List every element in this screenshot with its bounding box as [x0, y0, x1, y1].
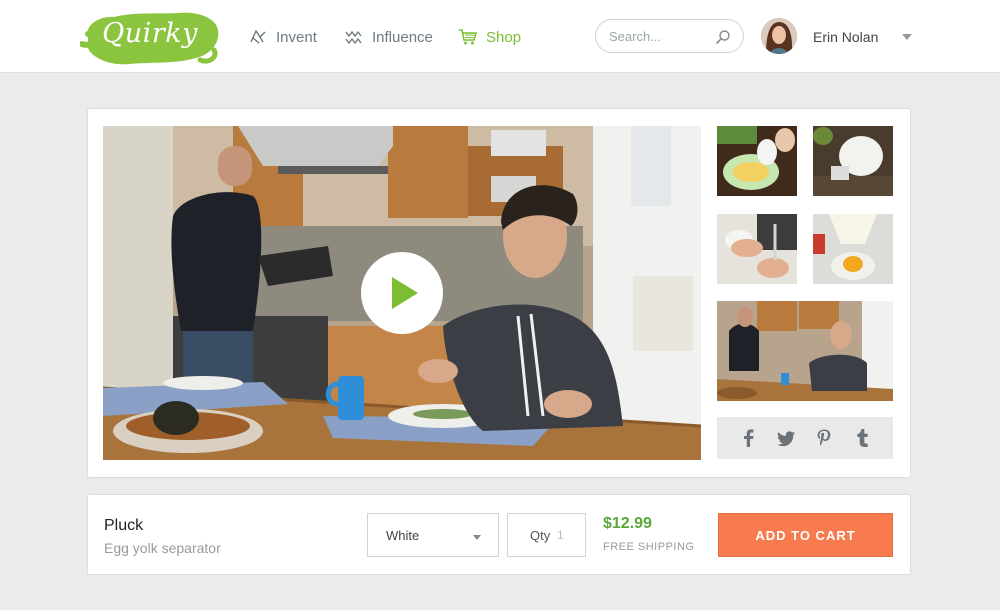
- nav-shop-label: Shop: [486, 28, 522, 46]
- product-price: $12.99: [603, 515, 652, 532]
- play-button[interactable]: [361, 252, 443, 334]
- bulb-icon: [248, 28, 268, 46]
- avatar[interactable]: [761, 18, 797, 54]
- purchase-bar: Pluck Egg yolk separator White Qty 1 $12…: [87, 494, 911, 575]
- quirky-logo[interactable]: Quirky: [80, 8, 220, 68]
- product-media-card: [87, 108, 911, 478]
- logo-text: Quirky: [102, 18, 198, 49]
- search-input[interactable]: [609, 27, 709, 45]
- product-name: Pluck: [104, 517, 144, 534]
- color-select-value: White: [386, 528, 420, 543]
- thumbnail-kitchen-video[interactable]: [717, 301, 893, 401]
- thumbnail-yolk-bowl[interactable]: [717, 126, 797, 196]
- twitter-icon[interactable]: [777, 429, 795, 447]
- thumbnail-pluck-product[interactable]: [813, 126, 893, 196]
- search-icon[interactable]: [715, 29, 731, 45]
- nav-invent-label: Invent: [276, 28, 317, 46]
- nav-influence[interactable]: Influence: [344, 26, 433, 48]
- quantity-value: 1: [557, 528, 564, 542]
- social-share-bar: [717, 417, 893, 459]
- tumblr-icon[interactable]: [853, 429, 871, 447]
- quantity-label: Qty: [530, 528, 551, 543]
- site-header: Quirky Invent Influence Shop Erin Nolan: [0, 0, 1000, 73]
- thumbnail-hand-squeeze[interactable]: [717, 214, 797, 284]
- facebook-icon[interactable]: [739, 429, 757, 447]
- pinterest-icon[interactable]: [815, 429, 833, 447]
- play-icon: [392, 277, 418, 309]
- influence-icon: [344, 28, 364, 46]
- search-box: [595, 19, 744, 53]
- add-to-cart-button[interactable]: ADD TO CART: [718, 513, 893, 557]
- nav-influence-label: Influence: [372, 28, 433, 46]
- shipping-note: FREE SHIPPING: [603, 541, 695, 553]
- product-description: Egg yolk separator: [104, 540, 221, 556]
- color-select[interactable]: White: [367, 513, 499, 557]
- nav-shop[interactable]: Shop: [458, 26, 521, 48]
- chevron-down-icon: [473, 535, 481, 540]
- chevron-down-icon[interactable]: [902, 34, 912, 40]
- product-video[interactable]: [103, 126, 701, 460]
- quantity-field[interactable]: Qty 1: [507, 513, 586, 557]
- user-name[interactable]: Erin Nolan: [813, 29, 878, 45]
- cart-icon: [458, 28, 478, 46]
- thumbnail-yolk-drop[interactable]: [813, 214, 893, 284]
- nav-invent[interactable]: Invent: [248, 26, 317, 48]
